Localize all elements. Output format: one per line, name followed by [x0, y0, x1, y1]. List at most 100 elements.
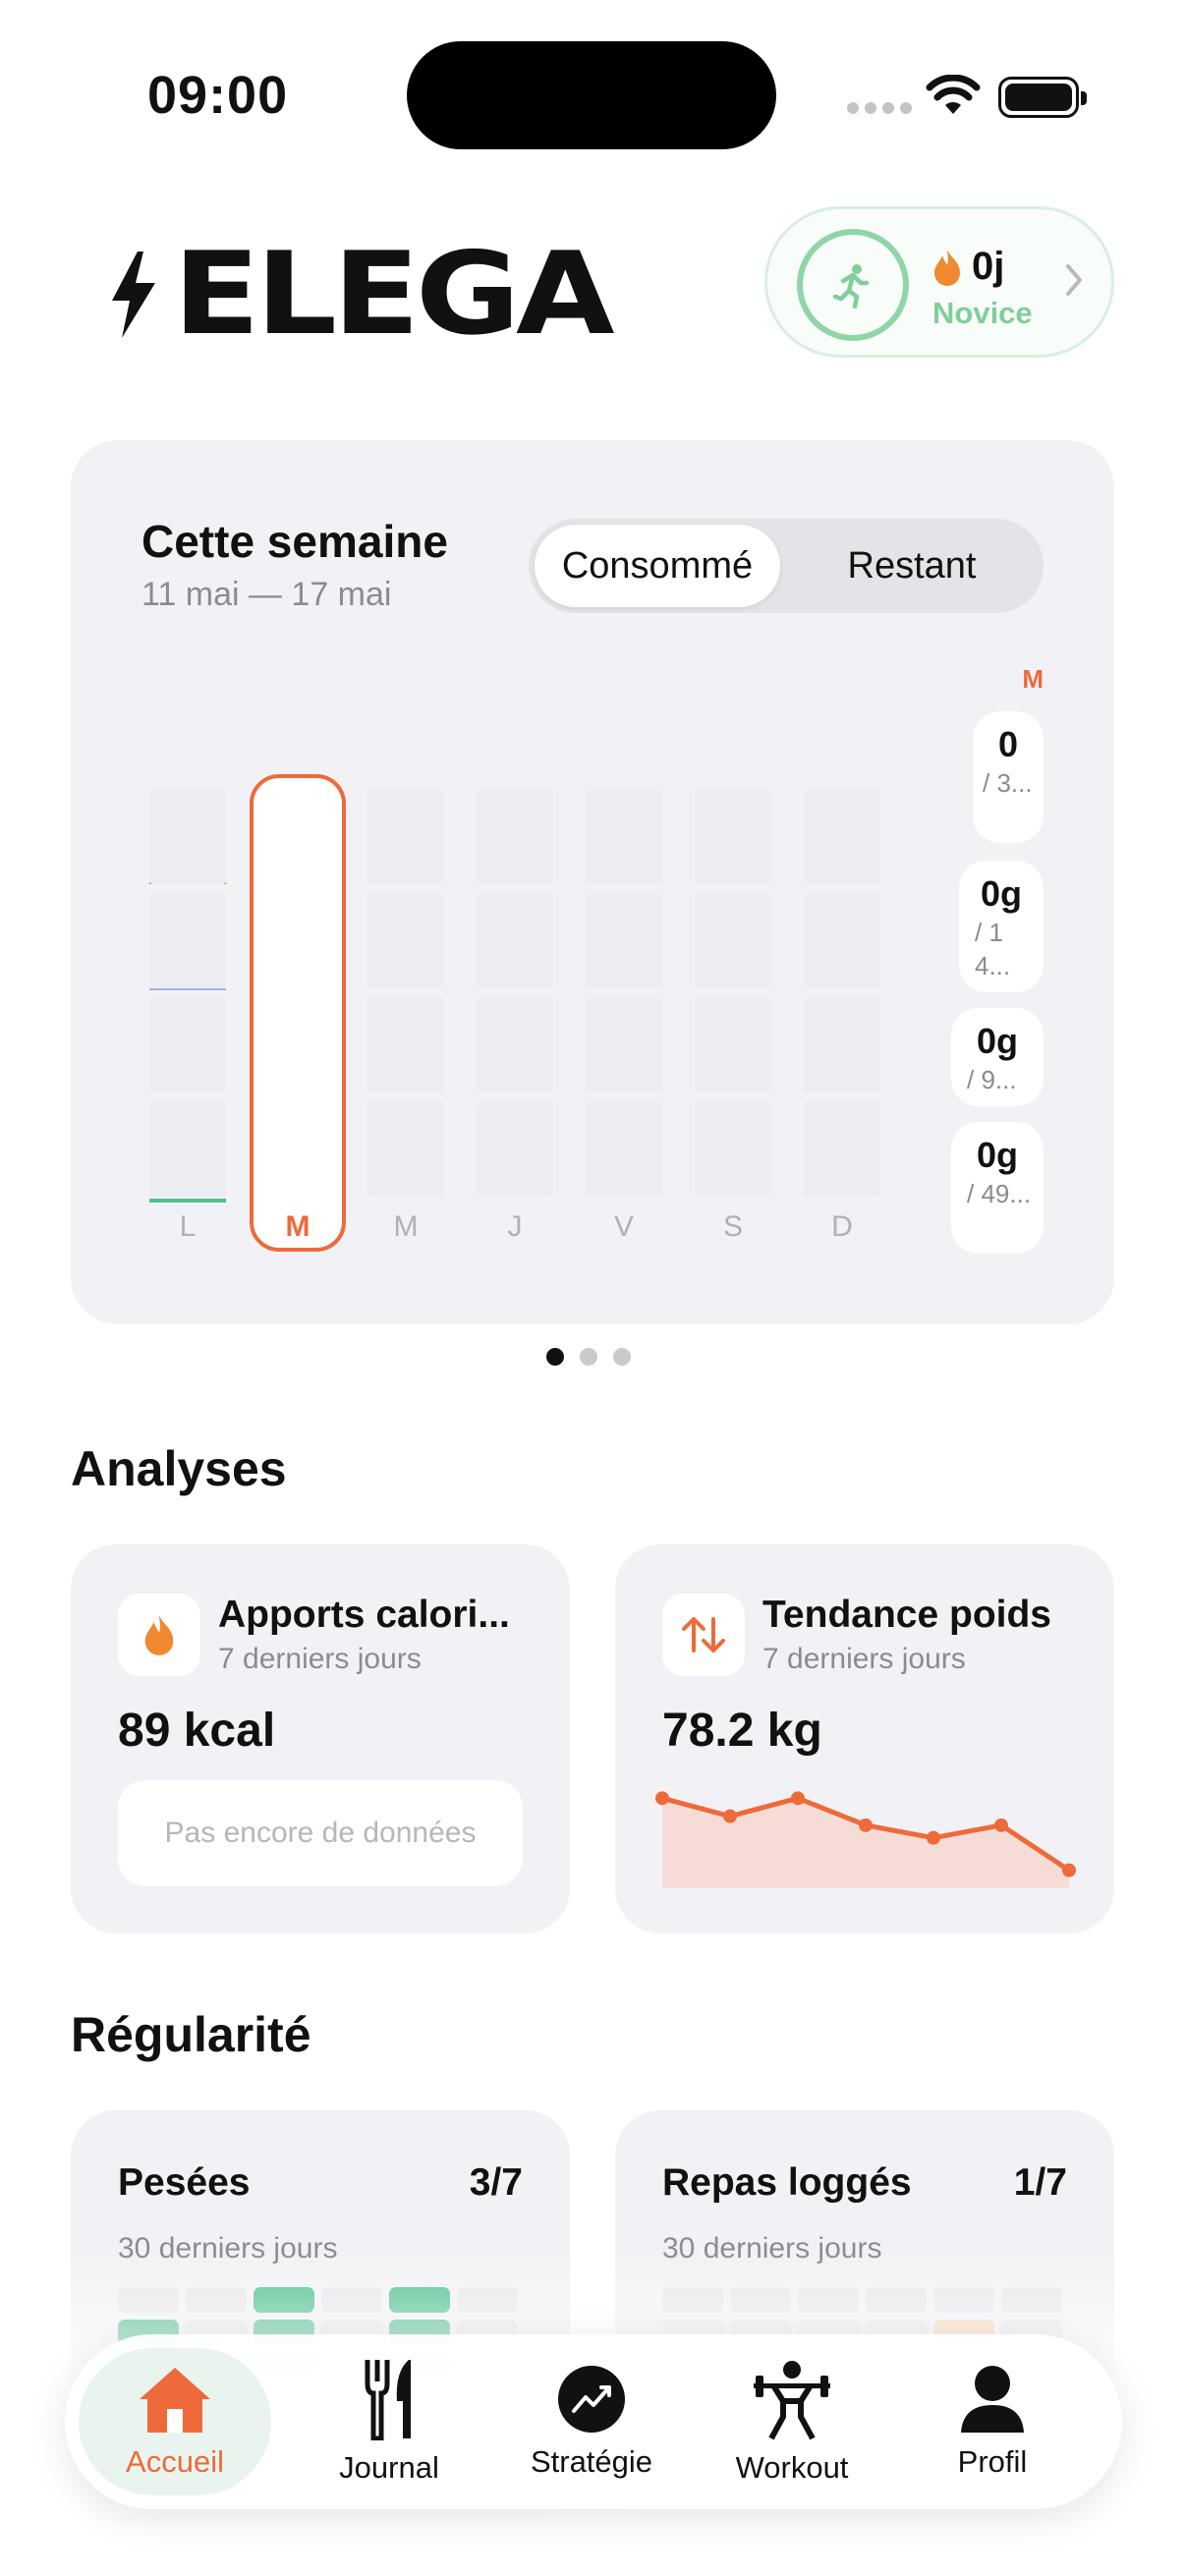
flame-icon	[144, 1615, 174, 1655]
logo-text: ELEGA	[173, 228, 615, 361]
weightlifter-icon	[754, 2361, 830, 2440]
trend-point	[791, 1791, 805, 1806]
macro-carbs: 0g / 9...	[951, 1008, 1044, 1106]
card-count: 3/7	[469, 2161, 523, 2204]
analyses-heading: Analyses	[71, 1441, 287, 1496]
day-column-segment	[695, 998, 771, 1092]
dynamic-island	[407, 41, 776, 149]
calories-card[interactable]: Apports calori... 7 derniers jours 89 kc…	[71, 1544, 570, 1933]
card-count: 1/7	[1013, 2161, 1067, 2204]
tab-workout[interactable]: Workout	[696, 2334, 888, 2509]
trend-area	[662, 1798, 1069, 1888]
weight-value: 78.2 kg	[662, 1705, 822, 1757]
person-icon	[961, 2366, 1024, 2433]
day-label[interactable]: V	[586, 1210, 662, 1244]
day-column-segment	[149, 790, 226, 884]
flame-icon	[934, 249, 960, 286]
macro-value: 0g	[980, 873, 1022, 914]
day-column-segment	[367, 998, 444, 1092]
macro-target: / 9...	[967, 1065, 1017, 1094]
status-bar: 09:00	[0, 0, 1185, 187]
macro-target: / 49...	[967, 1179, 1032, 1208]
tab-strategie[interactable]: Stratégie	[495, 2334, 688, 2509]
tab-label: Workout	[735, 2450, 849, 2485]
day-label[interactable]: J	[477, 1210, 553, 1244]
battery-icon	[998, 77, 1087, 118]
weekly-summary-card[interactable]: Cette semaine 11 mai — 17 mai Consommé R…	[71, 440, 1114, 1324]
trend-point	[723, 1809, 737, 1823]
tab-label: Stratégie	[530, 2444, 653, 2479]
card-title: Repas loggés	[662, 2161, 912, 2204]
day-label[interactable]: L	[149, 1210, 226, 1244]
tab-bar[interactable]: Accueil Journal Stratégie Workout Profil	[65, 2334, 1122, 2509]
trend-point	[927, 1830, 940, 1845]
day-label[interactable]: S	[695, 1210, 771, 1244]
day-label[interactable]: M	[259, 1210, 336, 1244]
status-time: 09:00	[147, 66, 289, 125]
page-dot[interactable]	[546, 1348, 564, 1366]
regularite-heading: Régularité	[71, 2007, 311, 2062]
chevron-right-icon	[1066, 264, 1082, 296]
page-indicator[interactable]	[546, 1348, 631, 1366]
page-dot[interactable]	[613, 1348, 631, 1366]
day-bar-selected[interactable]	[250, 774, 346, 1252]
card-subtitle: 7 derniers jours	[218, 1643, 422, 1675]
trend-point	[1062, 1863, 1076, 1877]
macro-value: 0g	[976, 1021, 1018, 1061]
trend-point	[994, 1818, 1008, 1832]
streak-days-value: 0j	[972, 245, 1005, 288]
up-down-arrows-icon	[682, 1617, 725, 1652]
app-logo: ELEGA	[108, 228, 615, 361]
macro-protein: 0g / 14...	[959, 861, 1044, 992]
tab-profil[interactable]: Profil	[896, 2334, 1089, 2509]
day-column-segment	[477, 998, 553, 1092]
day-column-segment	[149, 894, 226, 988]
macro-value: 0	[997, 724, 1019, 764]
wifi-icon	[926, 75, 981, 114]
day-column-segment	[367, 790, 444, 884]
trend-point	[655, 1791, 669, 1806]
chart-trend-icon	[558, 2366, 625, 2433]
macro-day-label: M	[1022, 664, 1044, 694]
day-column-segment	[477, 894, 553, 988]
protein-target-line	[149, 988, 226, 990]
day-label[interactable]: D	[804, 1210, 880, 1244]
streak-level: Novice	[932, 296, 1033, 330]
card-subtitle: 7 derniers jours	[762, 1643, 966, 1675]
weight-trend-card[interactable]: Tendance poids 7 derniers jours 78.2 kg	[615, 1544, 1114, 1933]
card-icon	[118, 1594, 200, 1676]
day-column-segment	[367, 894, 444, 988]
home-icon	[140, 2368, 210, 2433]
card-title: Apports calori...	[218, 1594, 510, 1636]
tab-label: Profil	[957, 2444, 1028, 2479]
macro-fat: 0g / 49...	[951, 1122, 1044, 1254]
card-title: Pesées	[118, 2161, 251, 2204]
day-column-segment	[149, 1102, 226, 1197]
tab-journal[interactable]: Journal	[293, 2334, 485, 2509]
activity-ring	[797, 229, 909, 341]
trend-point	[859, 1818, 873, 1832]
macro-calories: 0 / 3...	[973, 711, 1044, 843]
tab-label: Accueil	[126, 2444, 224, 2479]
page-dot[interactable]	[580, 1348, 597, 1366]
streak-badge[interactable]: 0j Novice	[764, 206, 1114, 358]
macro-target: / 14...	[975, 918, 1011, 980]
day-column-segment	[477, 790, 553, 884]
cellular-signal-icon	[847, 102, 912, 114]
tab-label: Journal	[339, 2450, 439, 2485]
weight-trend-chart	[655, 1791, 1076, 1888]
day-column-segment	[695, 894, 771, 988]
day-column-segment	[804, 998, 880, 1092]
card-title: Tendance poids	[762, 1594, 1051, 1636]
calories-value: 89 kcal	[118, 1705, 276, 1757]
tab-accueil[interactable]: Accueil	[79, 2348, 271, 2495]
day-column-segment	[477, 1102, 553, 1197]
day-label[interactable]: M	[367, 1210, 444, 1244]
baseline-line	[149, 1199, 226, 1203]
day-column-segment	[804, 894, 880, 988]
day-column-segment	[695, 1102, 771, 1197]
running-person-icon	[832, 264, 870, 308]
bolt-icon	[112, 251, 155, 338]
macro-target: / 3...	[983, 768, 1033, 798]
macro-value: 0g	[976, 1135, 1018, 1175]
